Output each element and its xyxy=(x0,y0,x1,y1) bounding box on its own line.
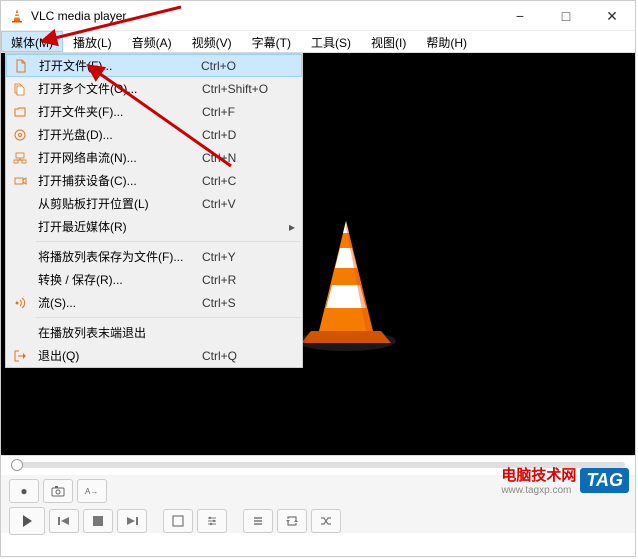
shuffle-button[interactable] xyxy=(311,509,341,533)
vlc-icon xyxy=(9,8,25,24)
menu-label: 退出(Q) xyxy=(34,347,202,364)
files-icon xyxy=(6,82,34,96)
menu-label: 从剪贴板打开位置(L) xyxy=(34,195,202,212)
watermark-tag: TAG xyxy=(580,468,629,493)
menu-shortcut: Ctrl+R xyxy=(202,273,302,287)
menu-separator xyxy=(36,241,300,242)
exit-icon xyxy=(6,349,34,363)
menu-stream[interactable]: 流(S)... Ctrl+S xyxy=(6,291,302,314)
menu-separator xyxy=(36,317,300,318)
disc-icon xyxy=(6,128,34,142)
menu-shortcut: Ctrl+Y xyxy=(202,250,302,264)
menu-save-playlist[interactable]: 将播放列表保存为文件(F)... Ctrl+Y xyxy=(6,245,302,268)
menu-shortcut: Ctrl+S xyxy=(202,296,302,310)
loop-button[interactable] xyxy=(277,509,307,533)
menu-quit[interactable]: 退出(Q) Ctrl+Q xyxy=(6,344,302,367)
menu-help[interactable]: 帮助(H) xyxy=(416,31,477,52)
watermark-url: www.tagxp.com xyxy=(501,485,576,496)
submenu-arrow-icon: ▸ xyxy=(282,220,302,234)
menu-open-clipboard[interactable]: 从剪贴板打开位置(L) Ctrl+V xyxy=(6,192,302,215)
stop-button[interactable] xyxy=(83,509,113,533)
watermark-title: 电脑技术网 xyxy=(501,464,576,485)
seek-thumb[interactable] xyxy=(11,459,23,471)
menu-subtitle[interactable]: 字幕(T) xyxy=(242,31,301,52)
playlist-button[interactable] xyxy=(243,509,273,533)
menu-open-recent[interactable]: 打开最近媒体(R) ▸ xyxy=(6,215,302,238)
vlc-cone-logo xyxy=(291,213,401,358)
play-button[interactable] xyxy=(9,507,45,535)
watermark: 电脑技术网 www.tagxp.com TAG xyxy=(501,464,629,496)
folder-icon xyxy=(6,105,34,119)
record-button[interactable]: ● xyxy=(9,479,39,503)
fullscreen-button[interactable] xyxy=(163,509,193,533)
window-controls: − □ ✕ xyxy=(497,1,635,30)
svg-text:A→B: A→B xyxy=(85,487,99,496)
menu-label: 在播放列表末端退出 xyxy=(34,324,202,341)
menu-quit-after-playlist[interactable]: 在播放列表末端退出 xyxy=(6,321,302,344)
capture-icon xyxy=(6,174,34,188)
extended-button[interactable] xyxy=(197,509,227,533)
menu-view[interactable]: 视图(I) xyxy=(361,31,416,52)
menu-label: 打开最近媒体(R) xyxy=(34,218,282,235)
vlc-window: VLC media player − □ ✕ 媒体(M) 播放(L) 音频(A)… xyxy=(0,0,636,557)
menu-tools[interactable]: 工具(S) xyxy=(301,31,361,52)
menu-label: 流(S)... xyxy=(34,294,202,311)
close-button[interactable]: ✕ xyxy=(589,1,635,31)
prev-button[interactable] xyxy=(49,509,79,533)
menu-shortcut: Ctrl+Q xyxy=(202,349,302,363)
annotation-arrow-2 xyxy=(81,56,241,176)
menu-convert-save[interactable]: 转换 / 保存(R)... Ctrl+R xyxy=(6,268,302,291)
menu-shortcut: Ctrl+V xyxy=(202,197,302,211)
file-icon xyxy=(7,59,35,73)
maximize-button[interactable]: □ xyxy=(543,1,589,31)
atob-button[interactable]: A→B xyxy=(77,479,107,503)
menu-label: 转换 / 保存(R)... xyxy=(34,271,202,288)
stream-icon xyxy=(6,296,34,310)
annotation-arrow-1 xyxy=(31,0,191,49)
menu-label: 将播放列表保存为文件(F)... xyxy=(34,248,202,265)
snapshot-button[interactable] xyxy=(43,479,73,503)
minimize-button[interactable]: − xyxy=(497,1,543,31)
network-icon xyxy=(6,151,34,165)
next-button[interactable] xyxy=(117,509,147,533)
